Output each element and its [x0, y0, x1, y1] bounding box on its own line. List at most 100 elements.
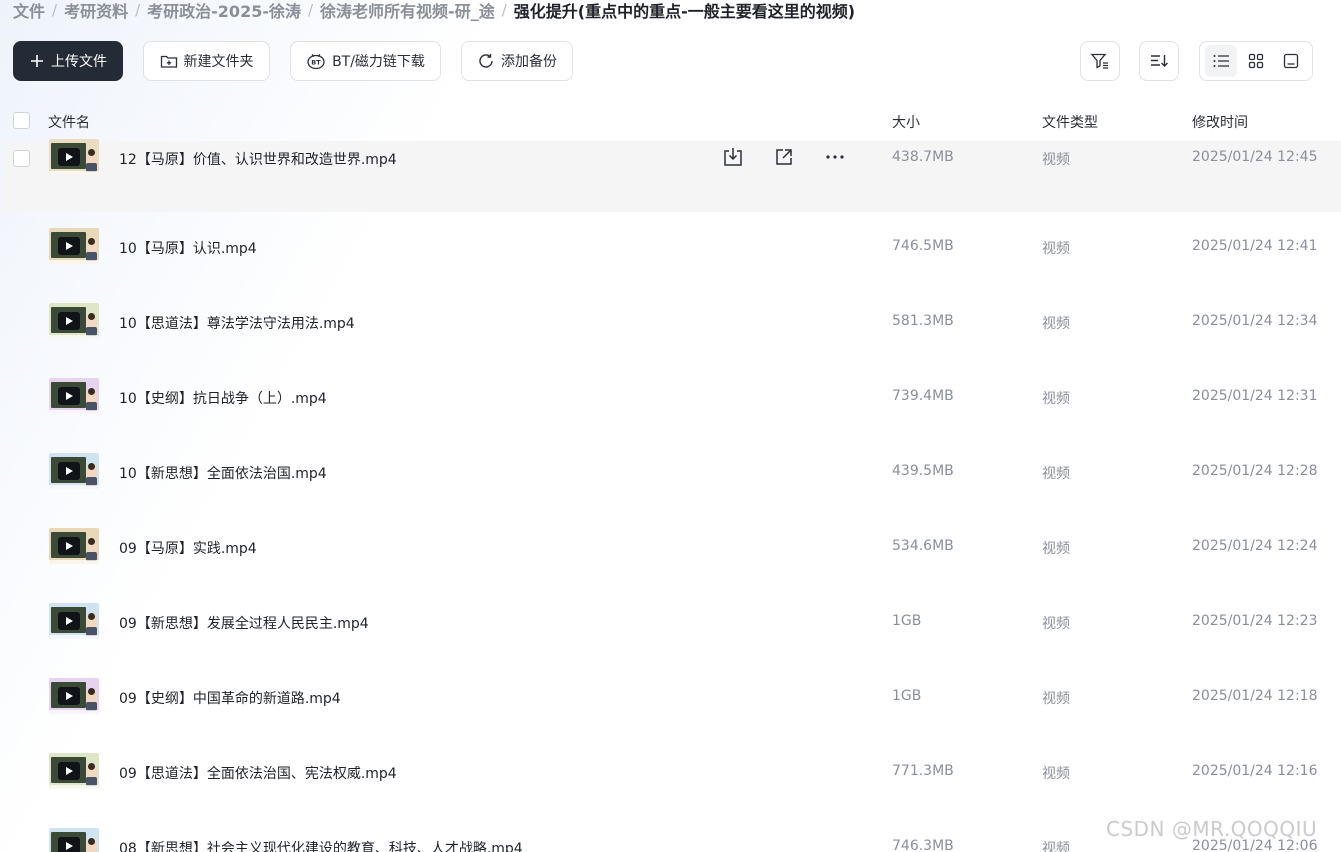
file-row[interactable]: 10【马原】认识.mp4 746.5MB 视频 2025/01/24 12:41	[3, 212, 1341, 287]
file-type: 视频	[1042, 691, 1070, 707]
filter-icon	[1090, 53, 1108, 69]
video-thumbnail[interactable]	[49, 828, 99, 852]
file-type: 视频	[1042, 241, 1070, 257]
file-name[interactable]: 10【马原】认识.mp4	[119, 238, 257, 258]
upload-button[interactable]: 上传文件	[13, 41, 123, 81]
video-thumbnail[interactable]	[49, 603, 99, 639]
grid-view-button[interactable]	[1240, 45, 1272, 77]
sort-button[interactable]	[1139, 41, 1179, 81]
file-row[interactable]: 09【马原】实践.mp4 534.6MB 视频 2025/01/24 12:24	[3, 512, 1341, 587]
video-thumbnail[interactable]	[49, 528, 99, 564]
file-size: 1GB	[892, 688, 922, 704]
upload-label: 上传文件	[51, 54, 107, 70]
breadcrumb-separator: /	[501, 1, 507, 19]
grid-view-icon	[1248, 53, 1264, 69]
file-size: 1GB	[892, 613, 922, 629]
file-size: 746.3MB	[892, 838, 954, 852]
file-name[interactable]: 10【新思想】全面依法治国.mp4	[119, 463, 327, 483]
video-thumbnail[interactable]	[49, 678, 99, 714]
file-row[interactable]: 09【新思想】发展全过程人民民主.mp4 1GB 视频 2025/01/24 12:2…	[3, 587, 1341, 662]
file-size: 438.7MB	[892, 149, 954, 165]
csdn-watermark: CSDN @MR.QOQQIU	[1106, 817, 1318, 841]
file-name[interactable]: 09【马原】实践.mp4	[119, 538, 257, 558]
list-view-icon	[1213, 55, 1230, 67]
share-button[interactable]	[772, 145, 796, 169]
play-icon	[58, 762, 80, 780]
bt-download-button[interactable]: BT BT/磁力链下载	[290, 41, 441, 81]
file-name[interactable]: 10【思道法】尊法学法守法用法.mp4	[119, 313, 355, 333]
thumbnail-caption-bar	[49, 260, 99, 264]
video-thumbnail[interactable]	[49, 303, 99, 339]
play-icon	[58, 612, 80, 630]
add-backup-label: 添加备份	[501, 54, 557, 70]
select-all-checkbox[interactable]	[13, 112, 30, 129]
column-header-name[interactable]: 文件名	[48, 112, 90, 132]
backup-sync-icon	[479, 54, 493, 68]
thumbnail-presenter	[86, 763, 97, 786]
more-icon	[826, 155, 844, 159]
thumbnail-presenter	[86, 149, 97, 172]
file-type: 视频	[1042, 766, 1070, 782]
file-name[interactable]: 12【马原】价值、认识世界和改造世界.mp4	[119, 149, 397, 169]
download-icon	[724, 148, 742, 166]
play-icon	[58, 837, 80, 852]
column-header-modified[interactable]: 修改时间	[1192, 112, 1248, 132]
video-thumbnail[interactable]	[49, 378, 99, 414]
file-size: 739.4MB	[892, 388, 954, 404]
video-thumbnail[interactable]	[49, 753, 99, 789]
file-size: 771.3MB	[892, 763, 954, 779]
preview-view-button[interactable]	[1275, 45, 1307, 77]
row-checkbox[interactable]	[13, 150, 30, 167]
file-modified: 2025/01/24 12:34	[1192, 313, 1318, 329]
file-type: 视频	[1042, 541, 1070, 557]
file-name[interactable]: 09【新思想】发展全过程人民民主.mp4	[119, 613, 369, 633]
play-icon	[58, 687, 80, 705]
file-row[interactable]: 09【史纲】中国革命的新道路.mp4 1GB 视频 2025/01/24 12:18	[3, 662, 1341, 737]
video-thumbnail[interactable]	[49, 453, 99, 489]
file-modified: 2025/01/24 12:23	[1192, 613, 1318, 629]
file-row[interactable]: 10【史纲】抗日战争（上）.mp4 739.4MB 视频 2025/01/24 12:…	[3, 362, 1341, 437]
file-row[interactable]: 09【思道法】全面依法治国、宪法权威.mp4 771.3MB 视频 2025/01/2…	[3, 737, 1341, 812]
preview-view-icon	[1283, 53, 1298, 69]
file-type: 视频	[1042, 316, 1070, 332]
file-row[interactable]: 12【马原】价值、认识世界和改造世界.mp4 438.7MB 视频 2025/01/2…	[3, 139, 1341, 212]
file-name[interactable]: 09【思道法】全面依法治国、宪法权威.mp4	[119, 763, 397, 783]
breadcrumb-separator: /	[307, 1, 314, 19]
video-thumbnail[interactable]	[49, 139, 99, 175]
thumbnail-presenter	[86, 613, 97, 636]
file-row[interactable]: 10【新思想】全面依法治国.mp4 439.5MB 视频 2025/01/24 12:…	[3, 437, 1341, 512]
play-icon	[58, 237, 80, 255]
column-header-type[interactable]: 文件类型	[1042, 112, 1098, 132]
more-button[interactable]	[823, 145, 847, 169]
filter-button[interactable]	[1080, 41, 1120, 81]
file-row[interactable]: 10【思道法】尊法学法守法用法.mp4 581.3MB 视频 2025/01/24 1…	[3, 287, 1341, 362]
new-folder-button[interactable]: 新建文件夹	[143, 41, 270, 81]
file-modified: 2025/01/24 12:18	[1192, 688, 1318, 704]
column-header-size[interactable]: 大小	[892, 112, 920, 132]
file-name[interactable]: 09【史纲】中国革命的新道路.mp4	[119, 688, 341, 708]
thumbnail-caption-bar	[49, 335, 99, 339]
file-name[interactable]: 10【史纲】抗日战争（上）.mp4	[119, 388, 327, 408]
list-view-button[interactable]	[1205, 45, 1238, 77]
video-thumbnail[interactable]	[49, 228, 99, 264]
thumbnail-caption-bar	[49, 710, 99, 714]
breadcrumb-item-files[interactable]: 文件	[13, 0, 45, 22]
share-icon	[776, 149, 792, 165]
breadcrumb-item-politics[interactable]: 考研政治-2025-徐涛	[147, 0, 301, 22]
breadcrumb-item-kaoyan[interactable]: 考研资料	[64, 0, 128, 22]
thumbnail-caption-bar	[49, 560, 99, 564]
download-button[interactable]	[721, 145, 745, 169]
breadcrumb: 文件 / 考研资料 / 考研政治-2025-徐涛 / 徐涛老师所有视频-研_途 …	[13, 0, 855, 24]
breadcrumb-item-all-videos[interactable]: 徐涛老师所有视频-研_途	[320, 0, 495, 22]
file-type: 视频	[1042, 152, 1070, 168]
thumbnail-presenter	[86, 388, 97, 411]
file-size: 746.5MB	[892, 238, 954, 254]
bt-download-label: BT/磁力链下载	[332, 54, 425, 70]
file-name[interactable]: 08【新思想】社会主义现代化建设的教育、科技、人才战略.mp4	[119, 838, 523, 852]
play-icon	[58, 462, 80, 480]
row-actions	[721, 145, 847, 169]
svg-text:BT: BT	[311, 59, 321, 67]
add-backup-button[interactable]: 添加备份	[461, 41, 573, 81]
file-size: 439.5MB	[892, 463, 954, 479]
thumbnail-caption-bar	[49, 785, 99, 789]
